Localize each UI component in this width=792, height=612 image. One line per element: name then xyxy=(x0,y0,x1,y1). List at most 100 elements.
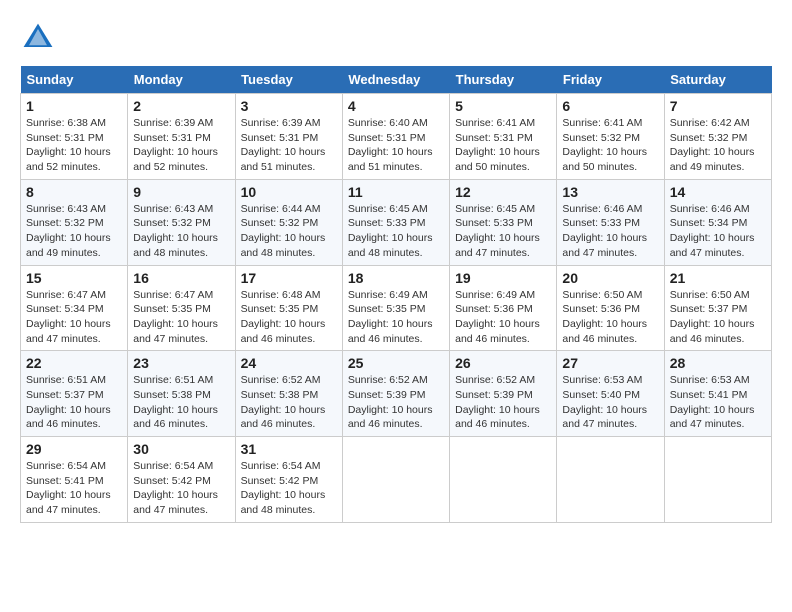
day-detail: Sunrise: 6:43 AMSunset: 5:32 PMDaylight:… xyxy=(133,202,229,261)
day-detail: Sunrise: 6:54 AMSunset: 5:42 PMDaylight:… xyxy=(133,459,229,518)
day-detail: Sunrise: 6:44 AMSunset: 5:32 PMDaylight:… xyxy=(241,202,337,261)
calendar-cell: 27 Sunrise: 6:53 AMSunset: 5:40 PMDaylig… xyxy=(557,351,664,437)
day-detail: Sunrise: 6:52 AMSunset: 5:39 PMDaylight:… xyxy=(348,373,444,432)
day-number: 24 xyxy=(241,355,337,371)
calendar-header-row: SundayMondayTuesdayWednesdayThursdayFrid… xyxy=(21,66,772,94)
day-number: 29 xyxy=(26,441,122,457)
header-day-friday: Friday xyxy=(557,66,664,94)
day-detail: Sunrise: 6:47 AMSunset: 5:34 PMDaylight:… xyxy=(26,288,122,347)
day-detail: Sunrise: 6:43 AMSunset: 5:32 PMDaylight:… xyxy=(26,202,122,261)
day-number: 3 xyxy=(241,98,337,114)
calendar-cell: 13 Sunrise: 6:46 AMSunset: 5:33 PMDaylig… xyxy=(557,179,664,265)
calendar-cell: 15 Sunrise: 6:47 AMSunset: 5:34 PMDaylig… xyxy=(21,265,128,351)
day-detail: Sunrise: 6:46 AMSunset: 5:34 PMDaylight:… xyxy=(670,202,766,261)
calendar-cell xyxy=(450,437,557,523)
day-number: 22 xyxy=(26,355,122,371)
day-detail: Sunrise: 6:49 AMSunset: 5:35 PMDaylight:… xyxy=(348,288,444,347)
header-day-monday: Monday xyxy=(128,66,235,94)
day-number: 6 xyxy=(562,98,658,114)
calendar-cell: 29 Sunrise: 6:54 AMSunset: 5:41 PMDaylig… xyxy=(21,437,128,523)
day-number: 1 xyxy=(26,98,122,114)
header-day-tuesday: Tuesday xyxy=(235,66,342,94)
calendar-week-0: 1 Sunrise: 6:38 AMSunset: 5:31 PMDayligh… xyxy=(21,94,772,180)
day-detail: Sunrise: 6:42 AMSunset: 5:32 PMDaylight:… xyxy=(670,116,766,175)
calendar-cell: 2 Sunrise: 6:39 AMSunset: 5:31 PMDayligh… xyxy=(128,94,235,180)
day-detail: Sunrise: 6:41 AMSunset: 5:31 PMDaylight:… xyxy=(455,116,551,175)
day-detail: Sunrise: 6:54 AMSunset: 5:42 PMDaylight:… xyxy=(241,459,337,518)
calendar-cell: 21 Sunrise: 6:50 AMSunset: 5:37 PMDaylig… xyxy=(664,265,771,351)
day-detail: Sunrise: 6:53 AMSunset: 5:40 PMDaylight:… xyxy=(562,373,658,432)
calendar-cell: 11 Sunrise: 6:45 AMSunset: 5:33 PMDaylig… xyxy=(342,179,449,265)
calendar-cell xyxy=(664,437,771,523)
day-detail: Sunrise: 6:41 AMSunset: 5:32 PMDaylight:… xyxy=(562,116,658,175)
calendar-cell: 6 Sunrise: 6:41 AMSunset: 5:32 PMDayligh… xyxy=(557,94,664,180)
calendar-cell: 12 Sunrise: 6:45 AMSunset: 5:33 PMDaylig… xyxy=(450,179,557,265)
calendar-week-4: 29 Sunrise: 6:54 AMSunset: 5:41 PMDaylig… xyxy=(21,437,772,523)
day-number: 25 xyxy=(348,355,444,371)
day-detail: Sunrise: 6:39 AMSunset: 5:31 PMDaylight:… xyxy=(133,116,229,175)
day-detail: Sunrise: 6:38 AMSunset: 5:31 PMDaylight:… xyxy=(26,116,122,175)
day-number: 5 xyxy=(455,98,551,114)
day-detail: Sunrise: 6:50 AMSunset: 5:37 PMDaylight:… xyxy=(670,288,766,347)
calendar-cell: 18 Sunrise: 6:49 AMSunset: 5:35 PMDaylig… xyxy=(342,265,449,351)
header-day-sunday: Sunday xyxy=(21,66,128,94)
day-number: 15 xyxy=(26,270,122,286)
calendar-cell: 10 Sunrise: 6:44 AMSunset: 5:32 PMDaylig… xyxy=(235,179,342,265)
calendar-cell: 7 Sunrise: 6:42 AMSunset: 5:32 PMDayligh… xyxy=(664,94,771,180)
day-detail: Sunrise: 6:49 AMSunset: 5:36 PMDaylight:… xyxy=(455,288,551,347)
logo xyxy=(20,20,60,56)
calendar-cell: 9 Sunrise: 6:43 AMSunset: 5:32 PMDayligh… xyxy=(128,179,235,265)
day-number: 9 xyxy=(133,184,229,200)
day-detail: Sunrise: 6:52 AMSunset: 5:39 PMDaylight:… xyxy=(455,373,551,432)
day-number: 30 xyxy=(133,441,229,457)
day-detail: Sunrise: 6:45 AMSunset: 5:33 PMDaylight:… xyxy=(455,202,551,261)
calendar-cell: 28 Sunrise: 6:53 AMSunset: 5:41 PMDaylig… xyxy=(664,351,771,437)
calendar-cell xyxy=(557,437,664,523)
calendar-cell: 19 Sunrise: 6:49 AMSunset: 5:36 PMDaylig… xyxy=(450,265,557,351)
calendar-cell: 8 Sunrise: 6:43 AMSunset: 5:32 PMDayligh… xyxy=(21,179,128,265)
day-number: 26 xyxy=(455,355,551,371)
day-number: 28 xyxy=(670,355,766,371)
calendar-week-1: 8 Sunrise: 6:43 AMSunset: 5:32 PMDayligh… xyxy=(21,179,772,265)
calendar-cell: 5 Sunrise: 6:41 AMSunset: 5:31 PMDayligh… xyxy=(450,94,557,180)
day-number: 10 xyxy=(241,184,337,200)
calendar-cell: 20 Sunrise: 6:50 AMSunset: 5:36 PMDaylig… xyxy=(557,265,664,351)
day-detail: Sunrise: 6:50 AMSunset: 5:36 PMDaylight:… xyxy=(562,288,658,347)
calendar-week-2: 15 Sunrise: 6:47 AMSunset: 5:34 PMDaylig… xyxy=(21,265,772,351)
day-detail: Sunrise: 6:45 AMSunset: 5:33 PMDaylight:… xyxy=(348,202,444,261)
calendar-cell: 31 Sunrise: 6:54 AMSunset: 5:42 PMDaylig… xyxy=(235,437,342,523)
day-number: 11 xyxy=(348,184,444,200)
calendar-cell: 24 Sunrise: 6:52 AMSunset: 5:38 PMDaylig… xyxy=(235,351,342,437)
page-header xyxy=(20,20,772,56)
day-detail: Sunrise: 6:53 AMSunset: 5:41 PMDaylight:… xyxy=(670,373,766,432)
header-day-saturday: Saturday xyxy=(664,66,771,94)
day-detail: Sunrise: 6:52 AMSunset: 5:38 PMDaylight:… xyxy=(241,373,337,432)
calendar-cell: 30 Sunrise: 6:54 AMSunset: 5:42 PMDaylig… xyxy=(128,437,235,523)
header-day-thursday: Thursday xyxy=(450,66,557,94)
day-number: 2 xyxy=(133,98,229,114)
calendar-cell: 17 Sunrise: 6:48 AMSunset: 5:35 PMDaylig… xyxy=(235,265,342,351)
day-number: 12 xyxy=(455,184,551,200)
day-number: 19 xyxy=(455,270,551,286)
day-number: 21 xyxy=(670,270,766,286)
day-number: 14 xyxy=(670,184,766,200)
calendar-cell: 22 Sunrise: 6:51 AMSunset: 5:37 PMDaylig… xyxy=(21,351,128,437)
logo-icon xyxy=(20,20,56,56)
day-detail: Sunrise: 6:51 AMSunset: 5:38 PMDaylight:… xyxy=(133,373,229,432)
day-number: 31 xyxy=(241,441,337,457)
calendar-cell: 1 Sunrise: 6:38 AMSunset: 5:31 PMDayligh… xyxy=(21,94,128,180)
calendar-cell: 4 Sunrise: 6:40 AMSunset: 5:31 PMDayligh… xyxy=(342,94,449,180)
calendar-cell: 14 Sunrise: 6:46 AMSunset: 5:34 PMDaylig… xyxy=(664,179,771,265)
calendar-week-3: 22 Sunrise: 6:51 AMSunset: 5:37 PMDaylig… xyxy=(21,351,772,437)
day-number: 4 xyxy=(348,98,444,114)
day-detail: Sunrise: 6:39 AMSunset: 5:31 PMDaylight:… xyxy=(241,116,337,175)
calendar-cell: 3 Sunrise: 6:39 AMSunset: 5:31 PMDayligh… xyxy=(235,94,342,180)
day-number: 8 xyxy=(26,184,122,200)
day-detail: Sunrise: 6:51 AMSunset: 5:37 PMDaylight:… xyxy=(26,373,122,432)
calendar-cell: 26 Sunrise: 6:52 AMSunset: 5:39 PMDaylig… xyxy=(450,351,557,437)
day-detail: Sunrise: 6:40 AMSunset: 5:31 PMDaylight:… xyxy=(348,116,444,175)
day-number: 13 xyxy=(562,184,658,200)
day-number: 16 xyxy=(133,270,229,286)
day-detail: Sunrise: 6:54 AMSunset: 5:41 PMDaylight:… xyxy=(26,459,122,518)
calendar-cell: 23 Sunrise: 6:51 AMSunset: 5:38 PMDaylig… xyxy=(128,351,235,437)
